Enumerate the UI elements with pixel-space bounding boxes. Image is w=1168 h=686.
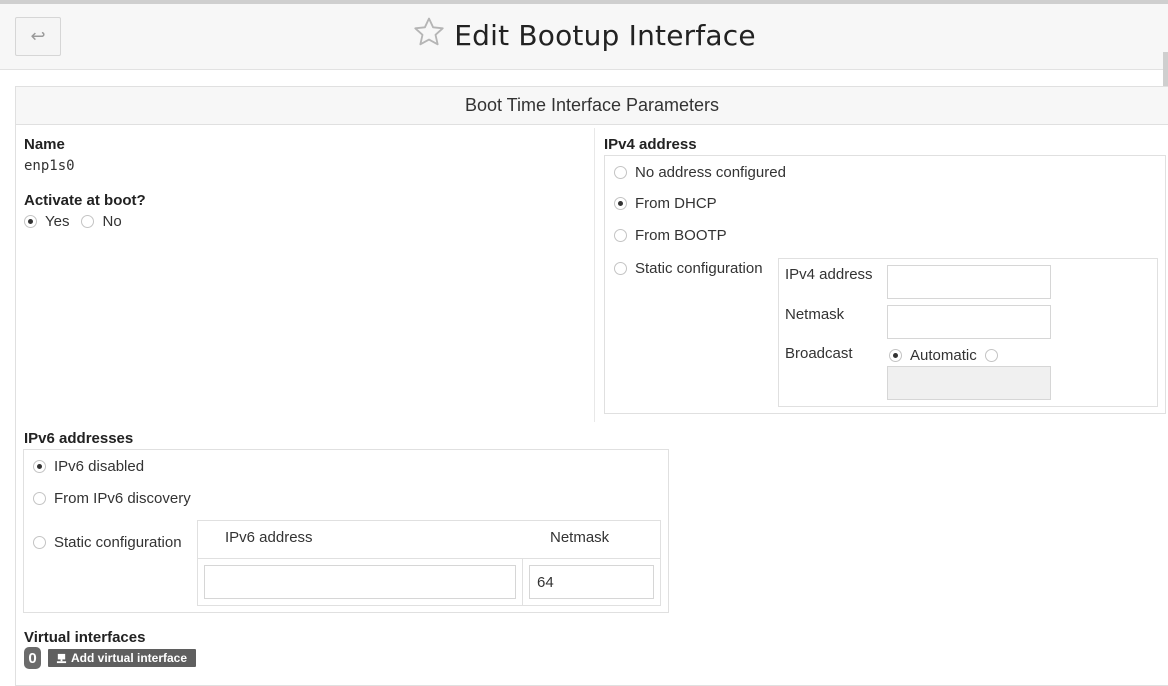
ipv4-bootp-label: From BOOTP [635,227,727,244]
ipv4-option-dhcp: From DHCP [614,195,717,212]
activate-yes-radio[interactable] [24,215,37,228]
ipv6-disabled-label: IPv6 disabled [54,458,145,475]
broadcast-options: Automatic [889,347,998,364]
ipv6-option-static: Static configuration [33,534,182,551]
ipv4-option-static: Static configuration [614,260,763,277]
ipv4-static-radio[interactable] [614,262,627,275]
ipv4-static-broadcast-label: Broadcast [785,345,853,362]
ipv4-none-label: No address configured [635,164,786,181]
broadcast-manual-radio[interactable] [984,349,998,362]
ipv6-discovery-label: From IPv6 discovery [54,490,191,507]
name-label: Name [24,136,65,153]
add-virtual-interface-label: Add virtual interface [71,651,188,665]
page-header: ↩ Edit Bootup Interface [0,4,1168,70]
ipv6-col-netmask-header: Netmask [550,529,610,546]
ipv6-discovery-radio[interactable] [33,492,46,505]
broadcast-input[interactable] [887,366,1051,400]
activate-no-radio[interactable] [81,215,95,228]
star-outline-icon[interactable] [412,15,446,49]
ipv6-table-col-divider [522,559,523,605]
ipv6-static-label: Static configuration [54,534,182,551]
ipv4-label: IPv4 address [604,136,697,153]
ipv4-static-label: Static configuration [635,260,763,277]
ipv4-dhcp-radio[interactable] [614,197,627,210]
ipv4-dhcp-label: From DHCP [635,195,717,212]
virtual-count-badge: 0 [24,647,41,669]
page-title: Edit Bootup Interface [454,18,756,52]
name-value: enp1s0 [24,158,75,174]
activate-options: Yes No [24,213,122,230]
ipv4-static-netmask-input[interactable] [887,305,1051,339]
ipv6-label: IPv6 addresses [24,430,134,447]
ipv6-option-discovery: From IPv6 discovery [33,490,191,507]
panel-heading: Boot Time Interface Parameters [16,87,1168,125]
ipv4-bootp-radio[interactable] [614,229,627,242]
ipv4-static-address-input[interactable] [887,265,1051,299]
ipv4-option-bootp: From BOOTP [614,227,727,244]
virtual-interfaces-row: 0 Add virtual interface [24,647,197,669]
broadcast-auto-label: Automatic [910,347,977,364]
ipv6-address-input[interactable] [204,565,516,599]
activate-yes-label: Yes [45,213,70,230]
activate-label: Activate at boot? [24,192,146,209]
ipv4-static-address-label: IPv4 address [785,266,873,283]
ipv4-static-netmask-label: Netmask [785,306,845,323]
add-virtual-interface-button[interactable]: Add virtual interface [48,649,197,667]
ipv4-option-none: No address configured [614,164,786,181]
network-add-icon [56,653,67,663]
ipv6-netmask-input[interactable]: 64 [529,565,654,599]
ipv6-table-row-divider [198,558,660,559]
virtual-interfaces-label: Virtual interfaces [24,629,146,646]
ipv4-none-radio[interactable] [614,166,627,179]
scrollbar-thumb[interactable] [1163,52,1168,90]
title-wrap: Edit Bootup Interface [0,4,1168,66]
activate-no-label: No [102,213,122,230]
ipv6-option-disabled: IPv6 disabled [33,458,144,475]
ipv6-disabled-radio[interactable] [33,460,46,473]
ipv6-static-radio[interactable] [33,536,46,549]
ipv6-col-address-header: IPv6 address [225,529,313,546]
broadcast-auto-radio[interactable] [889,349,902,362]
column-divider [594,128,595,422]
